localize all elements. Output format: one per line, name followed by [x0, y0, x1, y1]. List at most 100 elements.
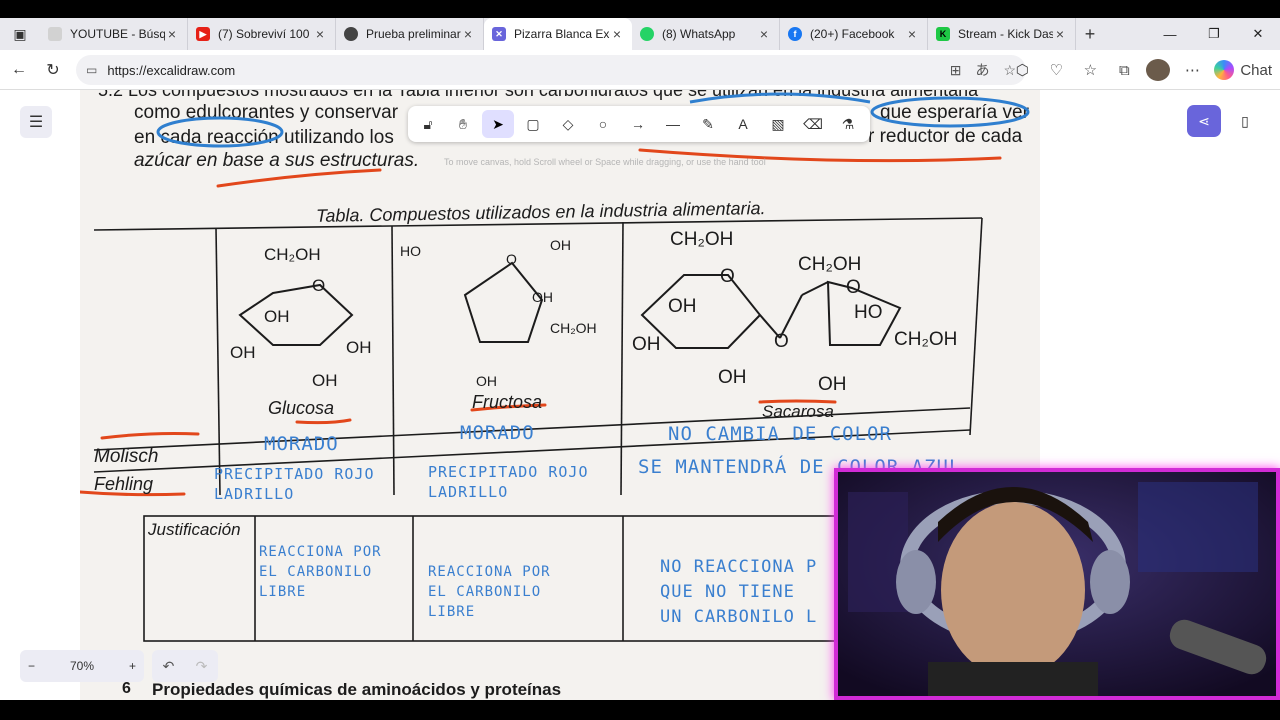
copilot-icon: [1214, 60, 1235, 80]
fehling-glucosa-answer[interactable]: PRECIPITADO ROJO LADRILLO: [214, 464, 375, 504]
tab-title: YOUTUBE - Búsqu: [70, 27, 165, 41]
glycosidic-bond-3: [801, 281, 829, 296]
facebook-favicon-icon: f: [788, 27, 802, 41]
tab-prueba[interactable]: Prueba preliminar ×: [336, 18, 484, 50]
whatsapp-favicon-icon: [640, 27, 654, 41]
line-tool-icon[interactable]: —: [657, 110, 689, 138]
fructose-label-oh-bottom: OH: [476, 373, 497, 389]
more-tools-icon[interactable]: ⚗: [832, 110, 864, 138]
main-menu-button[interactable]: ☰: [20, 106, 52, 138]
row-label-molisch: Molisch: [94, 446, 159, 467]
close-tab-icon[interactable]: ×: [165, 26, 179, 42]
close-tab-icon[interactable]: ×: [313, 26, 327, 42]
lock-tool-icon[interactable]: 🔓︎: [412, 110, 444, 138]
circle-edulcorantes: [156, 116, 284, 148]
tab-title: (20+) Facebook: [810, 27, 895, 41]
tab-facebook[interactable]: f (20+) Facebook ×: [780, 18, 928, 50]
fructose-label-oh-top: OH: [550, 237, 571, 253]
zoom-out-icon[interactable]: −: [28, 659, 35, 673]
close-tab-icon[interactable]: ×: [905, 26, 919, 42]
restore-icon[interactable]: ❐: [1192, 18, 1236, 50]
sucrose-label-ch2oh-top: CH₂OH: [670, 229, 733, 250]
justificacion-glucosa-answer[interactable]: REACCIONA POR EL CARBONILO LIBRE: [259, 542, 382, 602]
glucose-ring: [238, 283, 354, 346]
share-button[interactable]: ⋖: [1187, 105, 1221, 137]
tab-title: (7) Sobreviví 100 D: [218, 27, 313, 41]
sucrose-label-ho: HO: [854, 302, 883, 323]
new-tab-icon[interactable]: +: [1076, 24, 1104, 45]
tab-whatsapp[interactable]: (8) WhatsApp ×: [632, 18, 780, 50]
app-install-icon[interactable]: ⊞: [950, 62, 962, 79]
youtube-favicon-icon: ▶: [196, 27, 210, 41]
zoom-in-icon[interactable]: +: [129, 659, 136, 673]
tab-actions-icon[interactable]: ▣: [0, 18, 40, 50]
close-tab-icon[interactable]: ×: [1053, 26, 1067, 42]
ellipse-tool-icon[interactable]: ○: [587, 110, 619, 138]
glucose-label-ch2oh: CH₂OH: [264, 245, 321, 264]
os-top-strip: [0, 0, 1280, 18]
undo-icon[interactable]: ↶: [163, 658, 175, 675]
library-sidebar-icon: ▯: [1241, 112, 1249, 129]
diamond-tool-icon[interactable]: ◇: [552, 110, 584, 138]
close-window-icon[interactable]: ✕: [1236, 18, 1280, 50]
glucose-label-ring-o: O: [312, 276, 325, 295]
justificacion-sacarosa-answer[interactable]: NO REACCIONA P QUE NO TIENE UN CARBONILO…: [660, 555, 817, 630]
canvas-hint: To move canvas, hold Scroll wheel or Spa…: [444, 157, 766, 167]
text-tool-icon[interactable]: A: [727, 110, 759, 138]
arrow-tool-icon[interactable]: →: [622, 110, 654, 138]
sucrose-label-ch2oh-3: CH₂OH: [894, 329, 957, 350]
table-column-4: [969, 217, 983, 436]
table-column-2: [391, 225, 395, 496]
minimize-icon[interactable]: —: [1148, 18, 1192, 50]
kick-favicon-icon: K: [936, 27, 950, 41]
image-tool-icon[interactable]: ▧: [762, 110, 794, 138]
os-bottom-strip: [0, 700, 1280, 720]
close-tab-icon[interactable]: ×: [461, 26, 475, 42]
excalidraw-canvas[interactable]: 5.2 Los compuestos mostrados en la Tabla…: [0, 90, 1280, 700]
tab-kick[interactable]: K Stream - Kick Das ×: [928, 18, 1076, 50]
compound-name-fructosa: Fructosa: [472, 392, 543, 412]
reload-icon[interactable]: ↻: [36, 54, 70, 86]
eraser-tool-icon[interactable]: ⌫: [797, 110, 829, 138]
glucose-label-oh-mid: OH: [264, 307, 290, 326]
rectangle-tool-icon[interactable]: ▢: [517, 110, 549, 138]
sucrose-label-oh-mid: OH: [668, 296, 697, 317]
molisch-glucosa-answer[interactable]: MORADO: [264, 433, 339, 455]
extensions-icon[interactable]: ⬡: [1010, 61, 1034, 79]
molisch-sacarosa-answer[interactable]: NO CAMBIA DE COLOR: [668, 423, 892, 445]
back-icon[interactable]: ←: [2, 54, 36, 86]
translate-icon[interactable]: あ: [975, 60, 989, 80]
library-button[interactable]: ▯: [1229, 105, 1261, 137]
url-field[interactable]: ▭ https://excalidraw.com ⊞ あ ☆: [76, 55, 1026, 85]
favorites-icon[interactable]: ☆: [1078, 61, 1102, 79]
collections-icon[interactable]: ⧉: [1112, 62, 1136, 79]
molisch-fructosa-answer[interactable]: MORADO: [460, 422, 535, 444]
toolbar-right: ⬡ ♡ ☆ ⧉ ⋯ Chat: [1010, 50, 1280, 90]
hand-tool-icon[interactable]: ✋︎: [447, 110, 479, 138]
browser-essentials-icon[interactable]: ♡: [1044, 61, 1068, 79]
selection-tool-icon[interactable]: ➤: [482, 110, 514, 138]
zoom-level[interactable]: 70%: [70, 659, 94, 673]
fructose-label-ring-o: O: [506, 251, 517, 267]
close-tab-icon[interactable]: ×: [757, 26, 771, 42]
profile-avatar[interactable]: [1146, 59, 1171, 81]
close-tab-icon[interactable]: ×: [610, 26, 624, 42]
justificacion-fructosa-answer[interactable]: REACCIONA POR EL CARBONILO LIBRE: [428, 562, 551, 622]
glucose-label-oh-right: OH: [346, 338, 372, 357]
excalidraw-toolbar: 🔓︎ ✋︎ ➤ ▢ ◇ ○ → — ✎ A ▧ ⌫ ⚗: [408, 106, 870, 142]
tab-youtube-video[interactable]: ▶ (7) Sobreviví 100 D ×: [188, 18, 336, 50]
window-controls: — ❐ ✕: [1148, 18, 1280, 50]
more-menu-icon[interactable]: ⋯: [1180, 61, 1204, 79]
tab-title: (8) WhatsApp: [662, 27, 736, 41]
tab-youtube-search[interactable]: YOUTUBE - Búsqu ×: [40, 18, 188, 50]
streamer-video: [838, 472, 1276, 696]
youtube-search-favicon-icon: [48, 27, 62, 41]
draw-tool-icon[interactable]: ✎: [692, 110, 724, 138]
row-label-justificacion: Justificación: [148, 520, 241, 539]
site-info-icon[interactable]: ▭: [86, 63, 97, 77]
fructose-ring: [463, 261, 544, 343]
redo-icon[interactable]: ↷: [196, 658, 208, 675]
copilot-chat-button[interactable]: Chat: [1214, 60, 1272, 80]
tab-excalidraw[interactable]: ✕ Pizarra Blanca Exc ×: [484, 18, 632, 50]
fehling-fructosa-answer[interactable]: PRECIPITADO ROJO LADRILLO: [428, 462, 589, 502]
